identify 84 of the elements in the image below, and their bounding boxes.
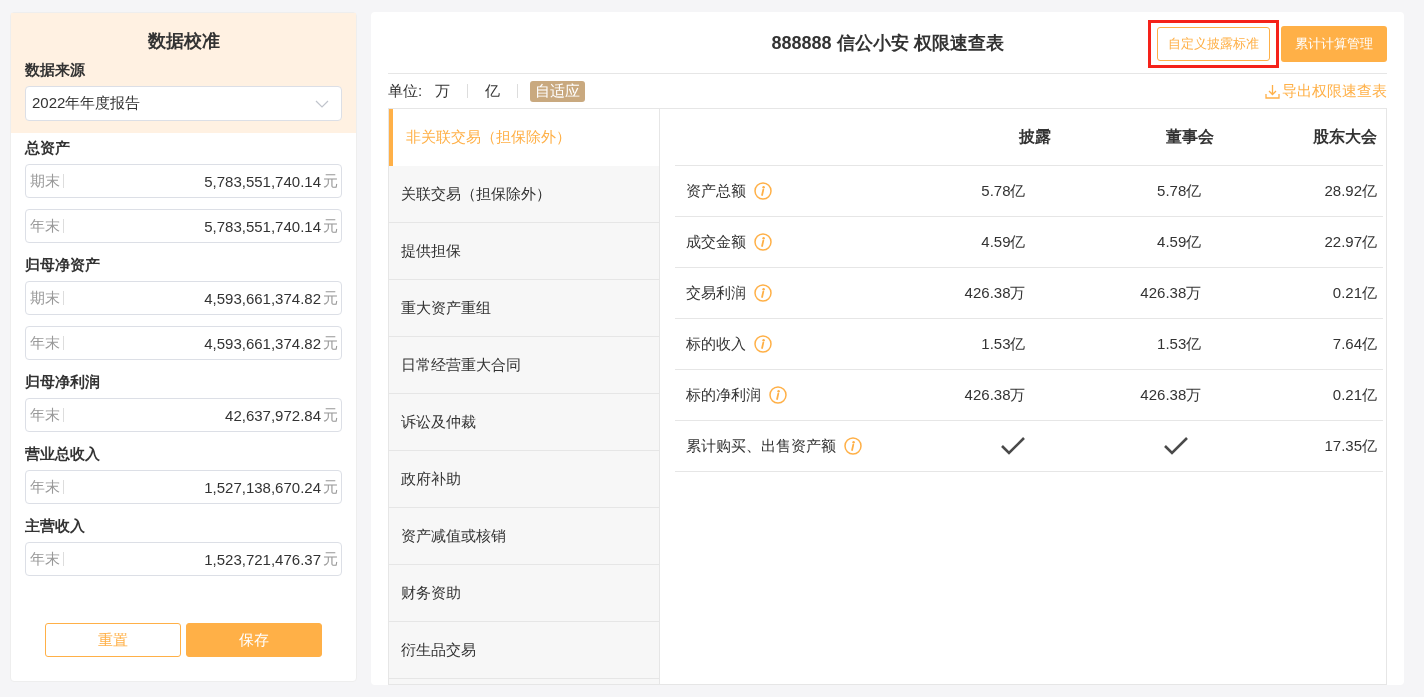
field-unit: 元: [323, 405, 338, 425]
table-cell-text: 17.35亿: [1323, 436, 1378, 456]
amount-field[interactable]: 年末 1,523,721,476.37元: [25, 542, 342, 576]
table-cell-text: 1.53亿: [1156, 334, 1203, 354]
row-label: 累计购买、出售资产额: [686, 436, 836, 456]
category-tab[interactable]: 日常经营重大合同: [389, 337, 659, 394]
info-icon[interactable]: [754, 233, 772, 251]
field-prefix: 年末: [30, 336, 64, 350]
source-dropdown[interactable]: 2022年年度报告: [25, 86, 342, 121]
amount-field[interactable]: 年末 4,593,661,374.82元: [25, 326, 342, 360]
column-header: 股东大会: [1312, 126, 1378, 147]
amount-field[interactable]: 年末 1,527,138,670.24元: [25, 470, 342, 504]
table-cell-text: 426.38万: [963, 283, 1027, 303]
row-label: 资产总额: [686, 181, 746, 201]
field-value: 42,637,972.84: [224, 406, 322, 424]
field-value: 4,593,661,374.82: [203, 334, 322, 352]
row-label: 交易利润: [686, 283, 746, 303]
category-tab[interactable]: 关联交易（担保除外）: [389, 166, 659, 223]
field-prefix: 年末: [30, 219, 64, 233]
field-value: 5,783,551,740.14: [203, 172, 322, 190]
unit-label: 单位:: [388, 81, 423, 101]
amount-field[interactable]: 年末 5,783,551,740.14元: [25, 209, 342, 243]
info-icon[interactable]: [844, 437, 862, 455]
table-cell-text: 5.78亿: [980, 181, 1027, 201]
field-unit: 元: [323, 216, 338, 236]
table-cell-text: 22.97亿: [1323, 232, 1378, 252]
column-header: 披露: [1018, 126, 1052, 147]
field-prefix: 期末: [30, 174, 64, 188]
panel-title: 数据校准: [146, 30, 221, 53]
source-label: 数据来源: [25, 61, 86, 80]
page-title: 888888 信公小安 权限速查表: [771, 31, 1004, 55]
field-value: 4,593,661,374.82: [203, 289, 322, 307]
category-tab[interactable]: 提供担保: [389, 223, 659, 280]
field-unit: 元: [323, 549, 338, 569]
category-tab[interactable]: 重大资产重组: [389, 280, 659, 337]
amount-field[interactable]: 期末 4,593,661,374.82元: [25, 281, 342, 315]
column-header: 董事会: [1165, 126, 1215, 147]
table-cell-text: 5.78亿: [1156, 181, 1203, 201]
info-icon[interactable]: [769, 386, 787, 404]
amount-field[interactable]: 年末 42,637,972.84元: [25, 398, 342, 432]
category-tab[interactable]: 诉讼及仲裁: [389, 394, 659, 451]
category-tab[interactable]: 资产减值或核销: [389, 508, 659, 565]
field-unit: 元: [323, 333, 338, 353]
category-tab[interactable]: 政府补助: [389, 451, 659, 508]
field-value: 1,523,721,476.37: [203, 550, 322, 568]
field-unit: 元: [323, 171, 338, 191]
field-prefix: 年末: [30, 552, 64, 566]
row-label: 标的收入: [686, 334, 746, 354]
unit-option[interactable]: 亿: [480, 80, 506, 102]
section-label: 营业总收入: [25, 445, 101, 464]
table-cell-text: 4.59亿: [1156, 232, 1203, 252]
info-icon[interactable]: [754, 284, 772, 302]
table-cell-text: 0.21亿: [1331, 283, 1378, 303]
checkmark-icon: [999, 436, 1026, 456]
table-cell-text: 7.64亿: [1331, 334, 1378, 354]
table-cell-text: 28.92亿: [1323, 181, 1378, 201]
section-label: 主营收入: [25, 517, 86, 536]
table-cell-text: 4.59亿: [980, 232, 1027, 252]
row-label: 标的净利润: [686, 385, 761, 405]
table-cell-text: 426.38万: [1139, 385, 1203, 405]
category-tab[interactable]: 衍生品交易: [389, 622, 659, 679]
download-icon: [1265, 83, 1280, 99]
chevron-down-icon: [315, 99, 329, 108]
table-cell-text: 426.38万: [963, 385, 1027, 405]
category-tab[interactable]: 财务资助: [389, 565, 659, 622]
field-prefix: 年末: [30, 408, 64, 422]
section-label: 归母净资产: [25, 256, 101, 275]
field-unit: 元: [323, 288, 338, 308]
info-icon[interactable]: [754, 182, 772, 200]
checkmark-icon: [1162, 436, 1189, 456]
row-label: 成交金额: [686, 232, 746, 252]
field-prefix: 期末: [30, 291, 64, 305]
table-cell-text: 426.38万: [1139, 283, 1203, 303]
amount-field[interactable]: 期末 5,783,551,740.14元: [25, 164, 342, 198]
unit-option[interactable]: 万: [430, 80, 456, 102]
info-icon[interactable]: [754, 335, 772, 353]
section-label: 归母净利润: [25, 373, 101, 392]
field-value: 5,783,551,740.14: [203, 217, 322, 235]
field-unit: 元: [323, 477, 338, 497]
section-label: 总资产: [25, 139, 71, 158]
table-cell-text: 1.53亿: [980, 334, 1027, 354]
table-cell-text: 0.21亿: [1331, 385, 1378, 405]
field-value: 1,527,138,670.24: [203, 478, 322, 496]
field-prefix: 年末: [30, 480, 64, 494]
